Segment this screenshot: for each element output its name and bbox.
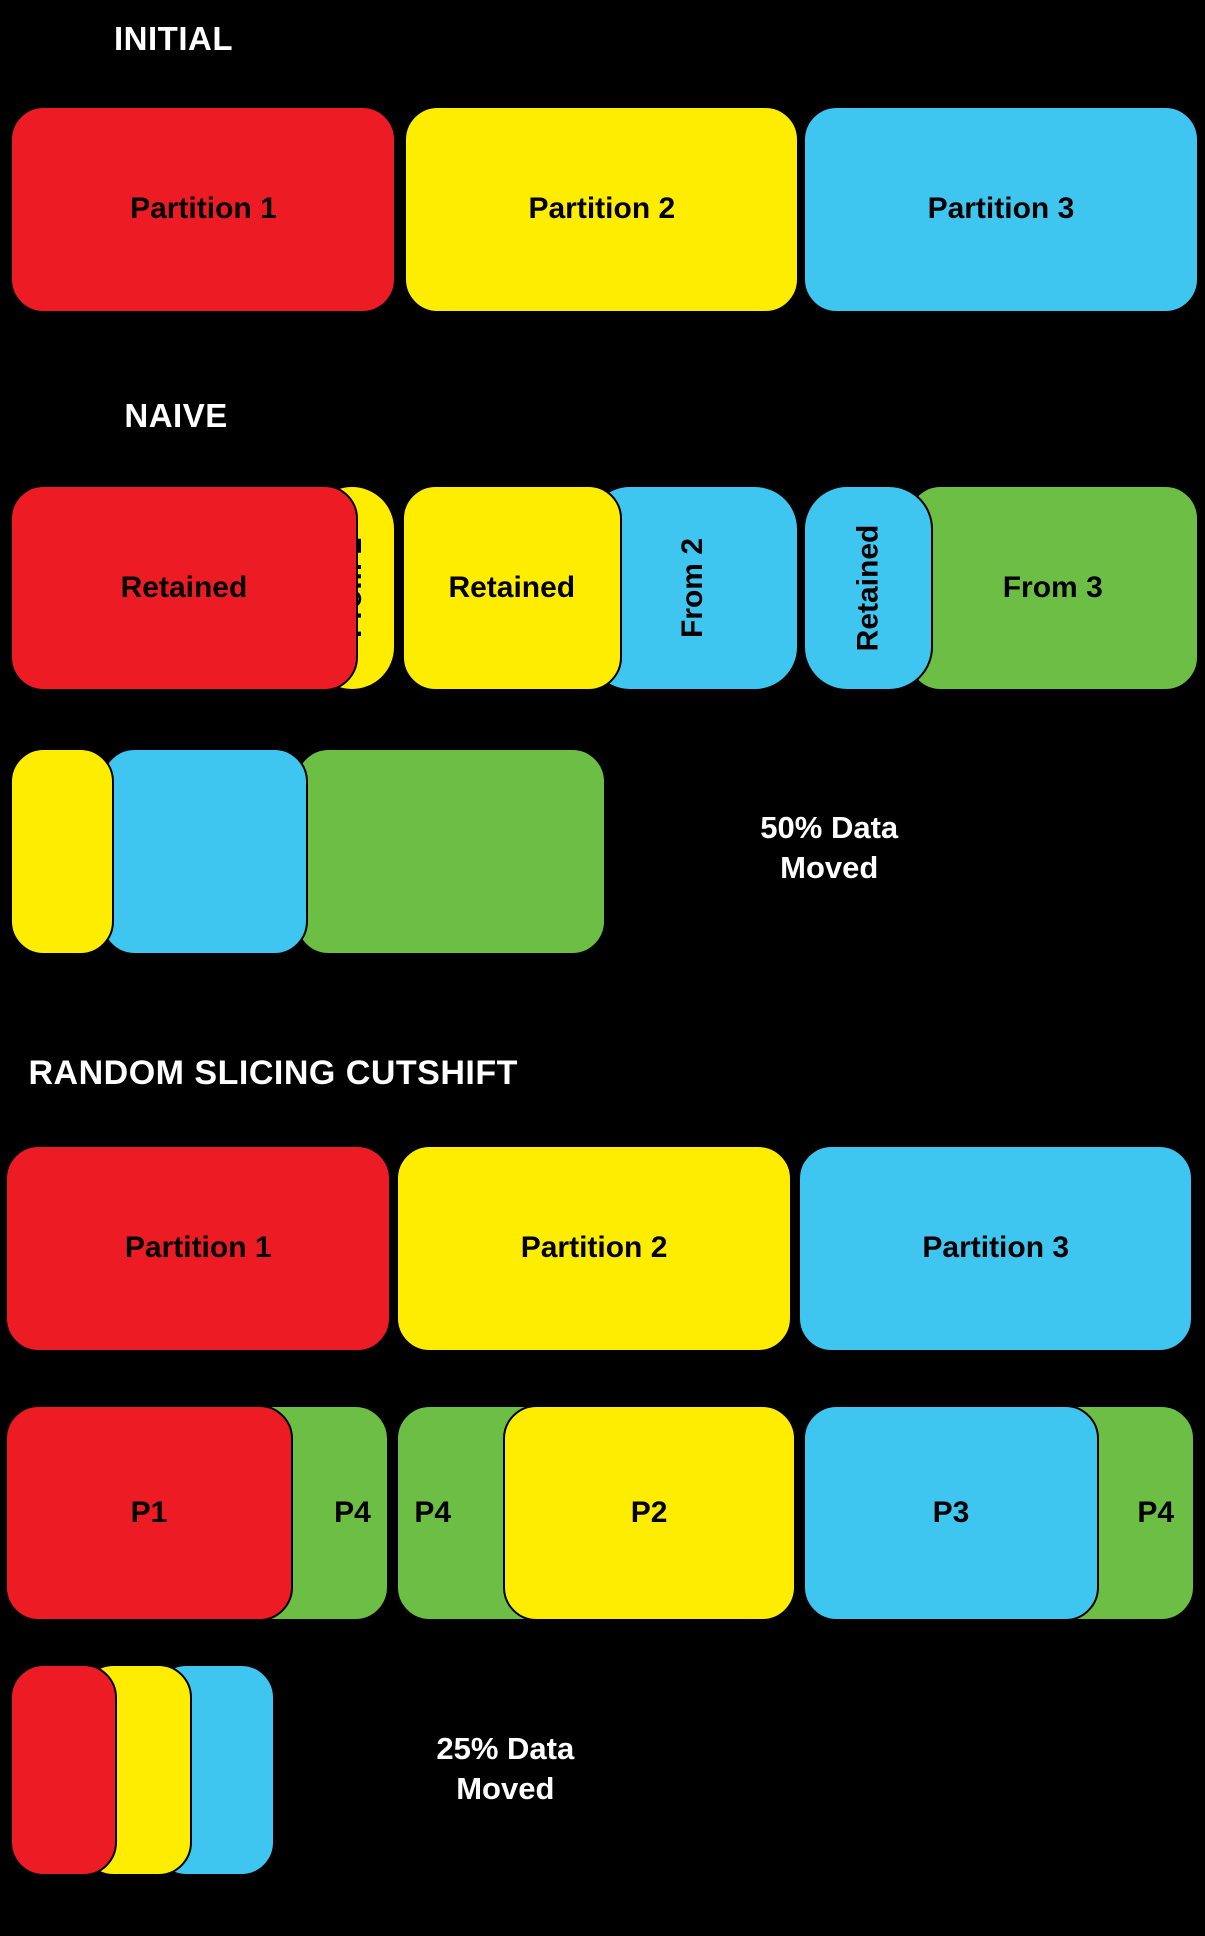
bar-label: Retained [851,524,885,652]
bar-naive-partitions-retained-4: Retained [803,484,933,692]
bar-label: P2 [630,1495,668,1529]
bar-label: Partition 1 [130,192,277,226]
bar-label: P4 [1137,1495,1175,1529]
bar-label: Partition 2 [520,1231,668,1265]
bar-label: Partition 1 [124,1231,272,1265]
bar-label: From 2 [675,537,709,639]
bar-initial-partitions-partition-2-1: Partition 2 [404,105,800,313]
bar-label: Retained [120,571,248,604]
bar-label: Partition 2 [528,192,676,226]
bar-label: Retained [448,571,576,604]
bar-cutshift-slices-p3-5: P3 [803,1404,1099,1621]
bar-label: P1 [130,1495,168,1529]
bar-naive-moved-blank-2 [295,747,607,955]
bar-label: P3 [932,1495,970,1529]
bar-cutshift-slices-p1-1: P1 [5,1404,293,1621]
bar-initial-partitions-partition-3-2: Partition 3 [803,105,1199,313]
bar-initial-partitions-partition-1-0: Partition 1 [10,105,397,313]
section-title-naive: NAIVE [124,397,228,435]
bar-cutshift-partitions-partition-3-2: Partition 3 [798,1144,1194,1352]
note-naive-moved: 50% Data Moved [760,810,899,885]
bar-naive-moved-blank-0 [10,747,114,955]
bar-naive-partitions-from-3-5: From 3 [906,484,1199,692]
bar-naive-partitions-retained-0: Retained [10,484,358,692]
bar-label: Partition 3 [922,1231,1070,1265]
bar-label: From 3 [1002,571,1103,604]
bar-label: P4 [334,1495,371,1529]
diagram-canvas: INITIAL Partition 1 Partition 2 Partition 3… [0,0,1205,1936]
bar-label: Partition 3 [927,192,1075,226]
bar-cutshift-partitions-partition-1-0: Partition 1 [5,1144,392,1352]
section-title-initial: INITIAL [114,19,233,57]
bar-cutshift-moved-blank-0 [10,1664,117,1876]
section-title-cutshift: RANDOM SLICING CUTSHIFT [28,1053,518,1092]
bar-label: P4 [414,1495,452,1529]
bar-naive-moved-blank-1 [101,747,309,955]
note-cutshift-moved: 25% Data Moved [436,1731,575,1806]
bar-cutshift-partitions-partition-2-1: Partition 2 [396,1144,792,1352]
bar-cutshift-slices-p2-3: P2 [502,1404,796,1621]
bar-naive-partitions-retained-2: Retained [401,484,622,692]
